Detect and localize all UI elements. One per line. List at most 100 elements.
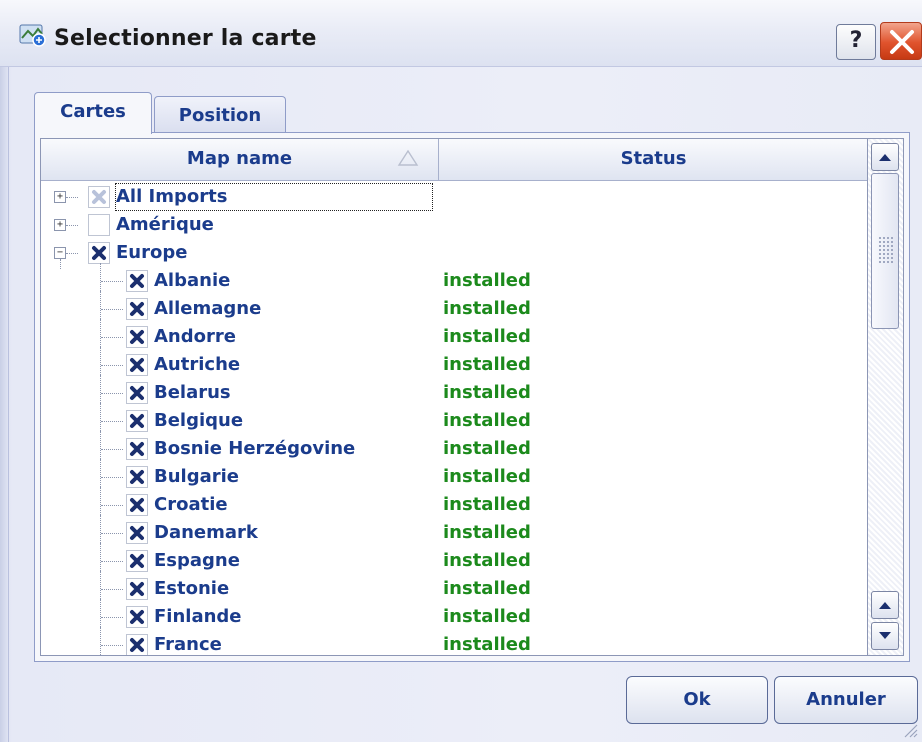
- tree-row[interactable]: Belgique installed: [41, 403, 867, 435]
- expand-icon[interactable]: +: [54, 191, 66, 203]
- tree-row[interactable]: Albanie installed: [41, 263, 867, 295]
- expand-icon[interactable]: +: [54, 219, 66, 231]
- map-checkbox[interactable]: [126, 494, 148, 516]
- tree-row[interactable]: Finlande installed: [41, 599, 867, 631]
- vertical-scrollbar[interactable]: [868, 138, 904, 656]
- map-name-label: Bulgarie: [154, 466, 239, 487]
- map-checkbox[interactable]: [126, 326, 148, 348]
- tree-row[interactable]: Bosnie Herzégovine installed: [41, 431, 867, 463]
- tree-connector: [100, 599, 101, 627]
- tree-connector: [100, 515, 101, 543]
- scroll-page-up-button[interactable]: [871, 591, 899, 619]
- column-header-map-name[interactable]: Map name: [41, 139, 439, 181]
- map-name-label: Estonie: [154, 578, 230, 599]
- tree-row[interactable]: Estonie installed: [41, 571, 867, 603]
- tree-connector: [100, 431, 101, 459]
- close-button[interactable]: [880, 22, 922, 60]
- map-checkbox[interactable]: [126, 606, 148, 628]
- title-bar[interactable]: Selectionner la carte ?: [0, 0, 922, 67]
- map-status-label: installed: [443, 522, 531, 543]
- close-icon: [890, 30, 914, 54]
- map-checkbox[interactable]: [126, 634, 148, 655]
- resize-grip-icon[interactable]: [902, 722, 918, 738]
- scroll-up-button[interactable]: [871, 143, 899, 171]
- tab-position[interactable]: Position: [154, 96, 286, 134]
- tree-row[interactable]: + All Imports: [41, 183, 867, 211]
- check-x-icon: [92, 246, 106, 260]
- window-title: Selectionner la carte: [54, 26, 317, 51]
- tree-connector: [101, 505, 123, 506]
- map-name-label: Belarus: [154, 382, 231, 403]
- help-button[interactable]: ?: [836, 24, 876, 60]
- map-name-label: Finlande: [154, 606, 242, 627]
- map-name-label: Allemagne: [154, 298, 262, 319]
- map-status-label: installed: [443, 354, 531, 375]
- tree-connector: [66, 225, 78, 226]
- check-x-icon: [130, 470, 144, 484]
- tree-connector: [100, 543, 101, 571]
- tab-cartes[interactable]: Cartes: [34, 92, 152, 134]
- map-checkbox[interactable]: [126, 410, 148, 432]
- window-frame: [0, 0, 9, 742]
- tree-row[interactable]: Espagne installed: [41, 543, 867, 575]
- tree-connector: [101, 617, 123, 618]
- map-tree-list[interactable]: Map name Status + All Imports + Amérique − Eu…: [40, 138, 868, 656]
- map-checkbox[interactable]: [88, 242, 110, 264]
- check-x-icon: [130, 526, 144, 540]
- tree-connector: [100, 347, 101, 375]
- tree-connector: [101, 281, 123, 282]
- map-status-label: installed: [443, 550, 531, 571]
- tree-connector: [101, 645, 123, 646]
- tree-row[interactable]: France installed: [41, 627, 867, 655]
- map-checkbox[interactable]: [88, 186, 110, 208]
- arrow-up-icon: [879, 602, 891, 609]
- tree-row[interactable]: Autriche installed: [41, 347, 867, 379]
- check-x-icon: [130, 414, 144, 428]
- map-name-label: Europe: [116, 242, 188, 263]
- map-checkbox[interactable]: [126, 382, 148, 404]
- map-checkbox[interactable]: [126, 438, 148, 460]
- column-header-map-name-label: Map name: [186, 148, 293, 169]
- ok-button[interactable]: Ok: [626, 676, 768, 724]
- map-status-label: installed: [443, 494, 531, 515]
- map-checkbox[interactable]: [126, 298, 148, 320]
- tree-row[interactable]: Andorre installed: [41, 319, 867, 351]
- scroll-down-button[interactable]: [871, 622, 899, 650]
- tree-row[interactable]: Danemark installed: [41, 515, 867, 547]
- tree-connector: [101, 533, 123, 534]
- map-status-label: installed: [443, 298, 531, 319]
- tree-connector: [101, 365, 123, 366]
- map-status-label: installed: [443, 634, 531, 655]
- tree-row[interactable]: + Amérique: [41, 211, 867, 239]
- arrow-down-icon: [879, 632, 891, 639]
- tree-connector: [101, 421, 123, 422]
- tree-row[interactable]: Belarus installed: [41, 375, 867, 407]
- tree-row[interactable]: − Europe: [41, 239, 867, 267]
- map-status-label: installed: [443, 466, 531, 487]
- map-status-label: installed: [443, 410, 531, 431]
- map-name-label: Belgique: [154, 410, 244, 431]
- tree-connector: [101, 561, 123, 562]
- tree-row[interactable]: Croatie installed: [41, 487, 867, 519]
- tree-connector: [100, 403, 101, 431]
- column-header-status[interactable]: Status: [439, 139, 867, 181]
- tree-connector: [100, 263, 101, 291]
- tree-row[interactable]: Allemagne installed: [41, 291, 867, 323]
- map-checkbox[interactable]: [126, 354, 148, 376]
- map-checkbox[interactable]: [126, 466, 148, 488]
- tree-connector: [100, 459, 101, 487]
- check-x-icon: [130, 582, 144, 596]
- check-x-icon: [130, 330, 144, 344]
- tree-row[interactable]: Bulgarie installed: [41, 459, 867, 491]
- map-checkbox[interactable]: [88, 214, 110, 236]
- check-x-icon: [130, 358, 144, 372]
- map-checkbox[interactable]: [126, 578, 148, 600]
- cancel-button[interactable]: Annuler: [774, 676, 918, 724]
- map-name-label: France: [154, 634, 222, 655]
- map-checkbox[interactable]: [126, 270, 148, 292]
- tree-connector: [101, 449, 123, 450]
- collapse-icon[interactable]: −: [54, 247, 66, 259]
- scroll-thumb[interactable]: [871, 173, 899, 329]
- map-checkbox[interactable]: [126, 550, 148, 572]
- map-checkbox[interactable]: [126, 522, 148, 544]
